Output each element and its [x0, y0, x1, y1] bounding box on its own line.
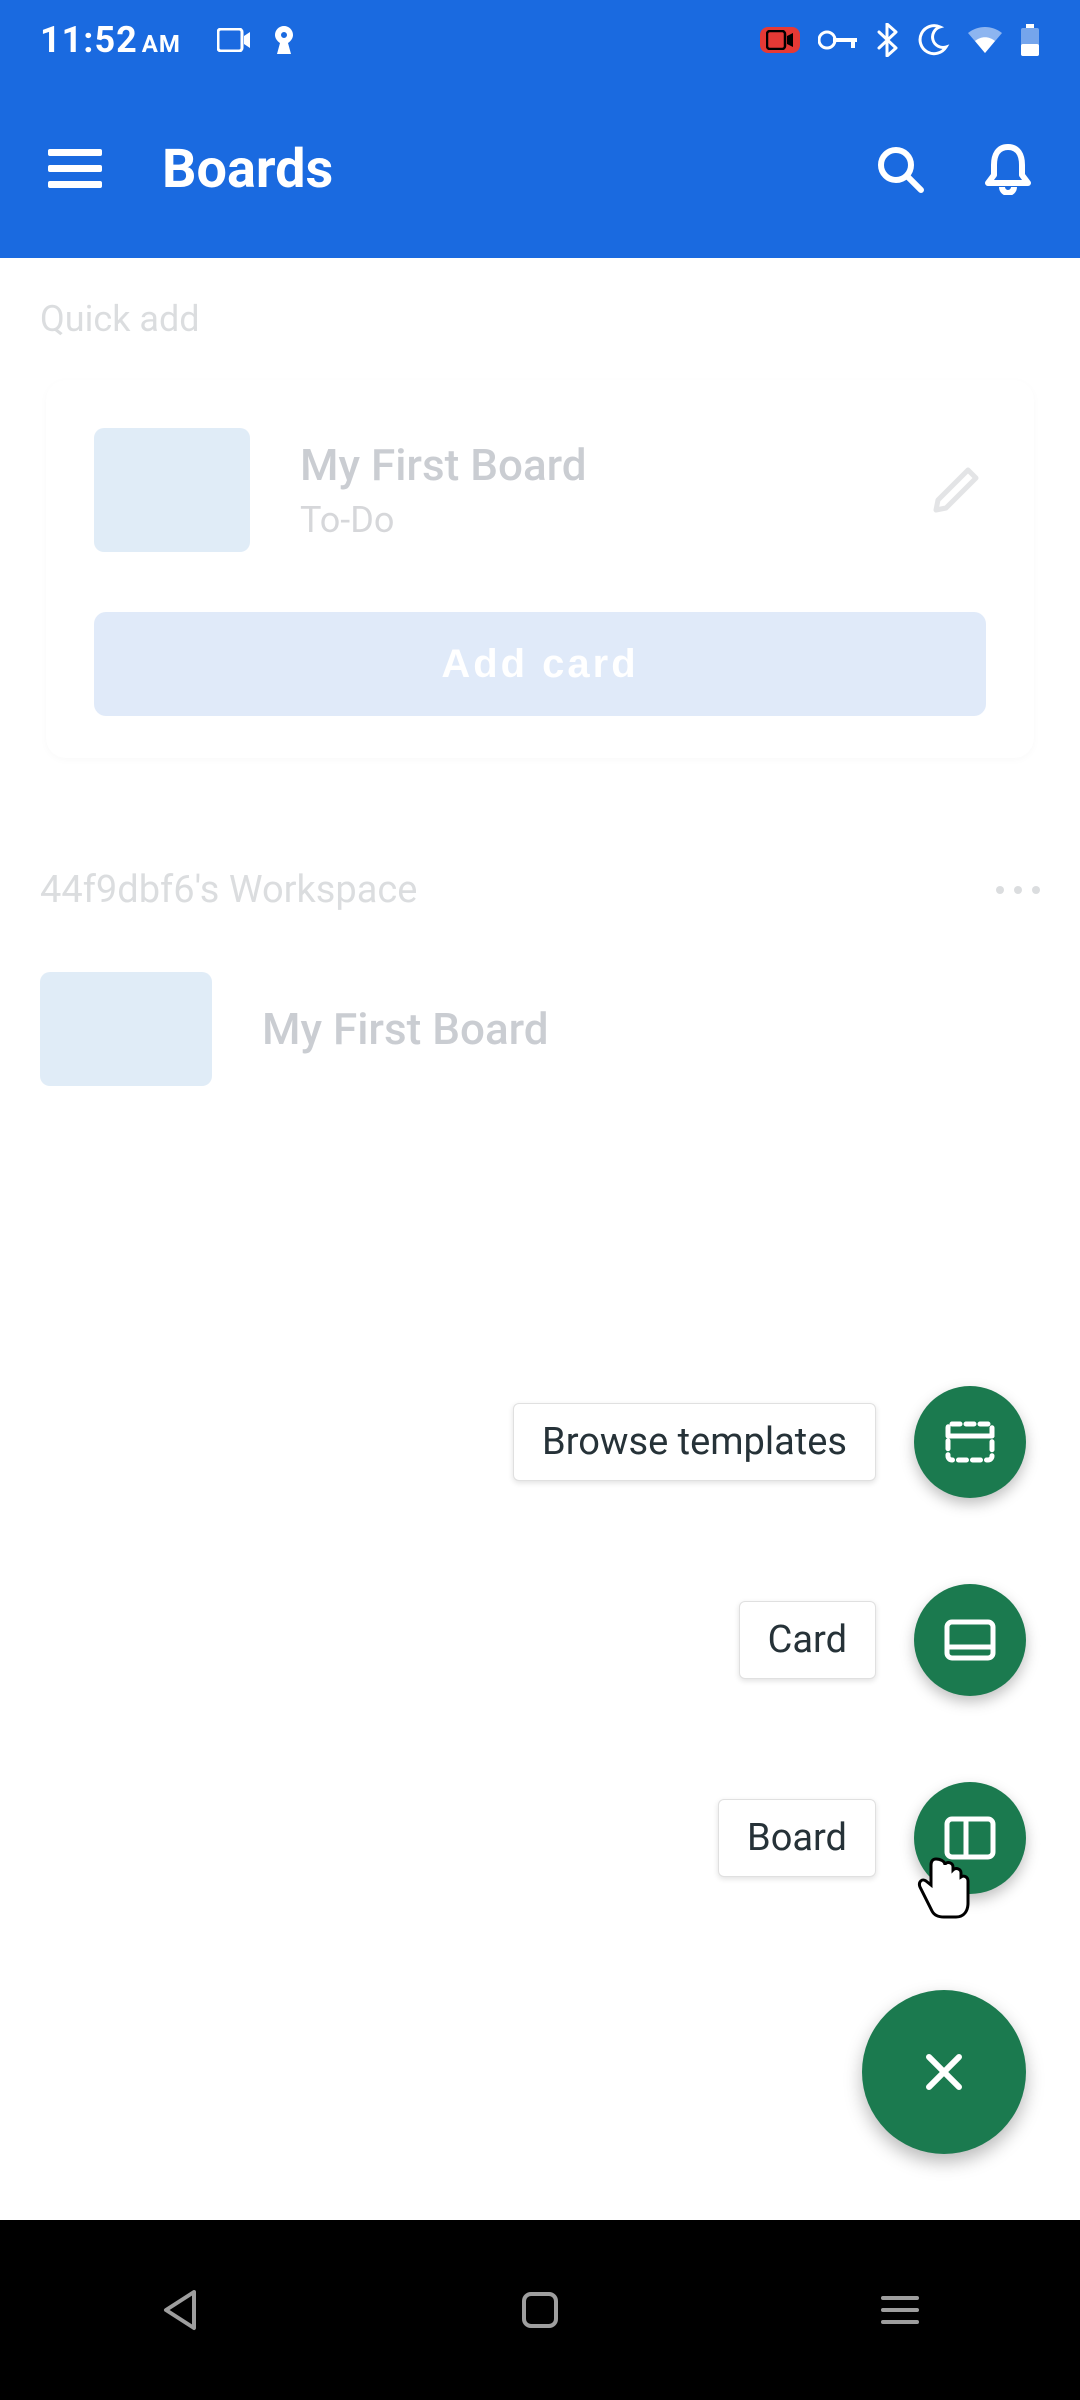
page-title: Boards [162, 138, 333, 201]
vpn-key-icon [818, 29, 858, 51]
notifications-icon[interactable] [984, 143, 1032, 195]
quick-add-board-list: To-Do [300, 499, 876, 541]
board-icon[interactable] [914, 1782, 1026, 1894]
add-card-button[interactable]: Add card [94, 612, 986, 716]
board-thumbnail [94, 428, 250, 552]
status-left: 11:52AM [40, 19, 301, 61]
status-time: 11:52AM [40, 19, 181, 61]
search-icon[interactable] [876, 145, 924, 193]
battery-icon [1020, 24, 1040, 56]
quick-add-board-title: My First Board [300, 439, 876, 491]
wifi-icon [968, 27, 1002, 53]
dnd-moon-icon [916, 23, 950, 57]
content: Quick add My First Board To-Do Add card … [0, 258, 1080, 1116]
menu-icon[interactable] [48, 149, 102, 189]
card-icon[interactable] [914, 1584, 1026, 1696]
fab-item-board[interactable]: Board [718, 1782, 1026, 1894]
fab-item-templates[interactable]: Browse templates [513, 1386, 1026, 1498]
workspace-more-icon[interactable] [996, 886, 1040, 894]
fab-label-templates: Browse templates [513, 1403, 876, 1481]
fab-label-card: Card [739, 1601, 876, 1679]
status-right [760, 23, 1040, 57]
board-row-title: My First Board [262, 1003, 549, 1055]
fab-close-button[interactable] [862, 1990, 1026, 2154]
status-time-value: 11:52 [40, 19, 138, 61]
nav-back-button[interactable] [140, 2270, 220, 2350]
quick-add-label: Quick add [0, 258, 1080, 370]
board-list-item[interactable]: My First Board [0, 942, 1080, 1116]
status-time-ampm: AM [142, 30, 181, 58]
workspace-header: 44f9dbf6's Workspace [0, 758, 1080, 942]
system-nav-bar [0, 2220, 1080, 2400]
template-icon[interactable] [914, 1386, 1026, 1498]
status-bar: 11:52AM [0, 0, 1080, 80]
board-thumbnail [40, 972, 212, 1086]
fab-item-card[interactable]: Card [739, 1584, 1026, 1696]
app-bar: Boards [0, 80, 1080, 258]
edit-icon[interactable] [926, 460, 986, 520]
record-icon [760, 27, 800, 53]
nav-home-button[interactable] [500, 2270, 580, 2350]
nav-recents-button[interactable] [860, 2270, 940, 2350]
workspace-name: 44f9dbf6's Workspace [40, 868, 417, 912]
bluetooth-icon [876, 23, 898, 57]
fab-label-board: Board [718, 1799, 876, 1877]
video-icon [217, 28, 251, 52]
fab-menu: Browse templates Card Board [513, 1386, 1026, 2154]
hotspot-icon [267, 26, 301, 54]
quick-add-card: My First Board To-Do Add card [46, 380, 1034, 758]
